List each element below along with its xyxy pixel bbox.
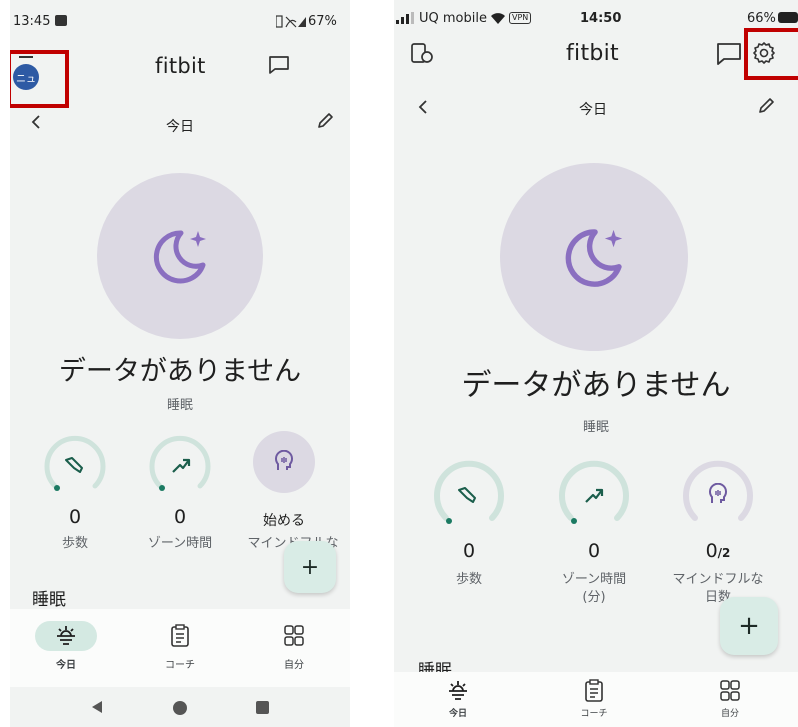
notification-icon — [55, 15, 67, 26]
shoe-icon — [458, 487, 476, 503]
zone-value: 0 — [587, 540, 601, 562]
zone-icon — [172, 458, 191, 473]
chat-icon[interactable] — [716, 42, 742, 66]
nav-coach-label: コーチ — [580, 709, 608, 719]
coach-icon — [171, 624, 189, 647]
sleep-hero-circle — [97, 173, 263, 339]
no-data-message: データがありません — [461, 368, 731, 403]
nav-today-label: 今日 — [448, 709, 467, 719]
app-title: fitbit — [566, 41, 619, 66]
add-button[interactable]: + — [284, 541, 336, 593]
you-icon — [284, 625, 304, 646]
plus-icon: + — [738, 611, 760, 641]
nav-today[interactable]: 今日 — [36, 623, 96, 671]
nav-coach-label: コーチ — [165, 660, 195, 671]
plus-icon: + — [300, 554, 320, 580]
app-title: fitbit — [155, 54, 206, 78]
steps-ring[interactable] — [429, 455, 509, 539]
zone-label: ゾーン時間 — [561, 572, 627, 587]
chat-icon[interactable] — [268, 55, 290, 75]
nav-coach[interactable]: コーチ — [150, 623, 210, 671]
moon-stars-icon — [565, 229, 623, 287]
today-icon — [57, 626, 75, 645]
signal-icon — [396, 12, 416, 24]
settings-highlight-box — [744, 28, 798, 80]
back-icon[interactable] — [417, 99, 429, 115]
bottom-navigation: 今日 コーチ 自分 — [394, 672, 798, 727]
zone-value: 0 — [173, 506, 187, 528]
nav-you[interactable]: 自分 — [700, 678, 760, 719]
mindful-value: 0/2 — [678, 540, 758, 562]
zone-label: ゾーン時間 — [147, 536, 213, 551]
ios-screen: UQ mobile VPN 14:50 66% fitbit 今日 データがあり… — [394, 0, 798, 727]
system-navigation — [10, 687, 350, 727]
add-button[interactable]: + — [720, 597, 778, 655]
steps-label: 歩数 — [455, 572, 482, 587]
sleep-section-title: 睡眠 — [32, 590, 66, 610]
mindful-icon — [275, 450, 293, 470]
edit-icon[interactable] — [316, 112, 334, 130]
avatar-highlight-box — [10, 50, 69, 108]
mindful-label: マインドフルな — [672, 572, 764, 587]
zone-icon — [585, 488, 604, 503]
mindful-icon — [709, 483, 727, 503]
mindful-circle[interactable] — [253, 431, 315, 493]
steps-label: 歩数 — [61, 536, 88, 551]
steps-value: 0 — [462, 540, 476, 562]
comparison-stage: 13:45 67% ニュ fitbit 今日 データがありません 睡眠 0 0 … — [0, 0, 798, 727]
zone-ring[interactable] — [145, 431, 215, 505]
sleep-caption: 睡眠 — [166, 398, 193, 413]
steps-ring[interactable] — [40, 431, 110, 505]
zone-ring[interactable] — [554, 455, 634, 539]
back-icon[interactable] — [30, 114, 42, 130]
zone-label-unit: (分) — [582, 590, 606, 605]
sleep-caption: 睡眠 — [582, 420, 609, 435]
android-screen: 13:45 67% ニュ fitbit 今日 データがありません 睡眠 0 0 … — [10, 0, 350, 727]
nav-today-label: 今日 — [56, 660, 76, 671]
carrier-label: UQ mobile — [419, 11, 487, 26]
no-data-message: データがありません — [58, 356, 302, 387]
nav-you-label: 自分 — [284, 660, 304, 671]
steps-value: 0 — [68, 506, 82, 528]
nav-you[interactable]: 自分 — [264, 623, 324, 671]
you-icon — [720, 680, 740, 701]
device-icon[interactable] — [410, 42, 434, 66]
status-time: 14:50 — [580, 11, 622, 26]
battery-icon — [778, 12, 798, 23]
system-back-icon[interactable] — [90, 700, 104, 714]
moon-stars-icon — [153, 230, 206, 284]
status-time: 13:45 — [13, 14, 51, 29]
coach-icon — [585, 679, 603, 702]
nav-you-label: 自分 — [720, 709, 739, 719]
vpn-badge: VPN — [509, 12, 532, 24]
mindful-count: 0 — [705, 540, 718, 562]
edit-icon[interactable] — [757, 97, 775, 115]
status-battery: 66% — [747, 11, 776, 26]
wifi-icon — [490, 12, 506, 24]
system-recents-icon[interactable] — [256, 701, 269, 714]
mindful-ring[interactable] — [678, 455, 758, 539]
mindful-goal: /2 — [717, 546, 731, 560]
today-icon — [449, 681, 467, 700]
status-icons — [276, 15, 306, 28]
nav-coach[interactable]: コーチ — [564, 678, 624, 719]
bottom-navigation: 今日 コーチ 自分 — [10, 609, 350, 687]
system-home-icon[interactable] — [173, 701, 187, 715]
mindful-start[interactable]: 始める — [244, 510, 324, 530]
date-label: 今日 — [579, 102, 607, 118]
nav-today[interactable]: 今日 — [428, 678, 488, 719]
sleep-hero-circle — [500, 163, 688, 351]
status-battery: 67% — [308, 14, 337, 29]
shoe-icon — [65, 457, 83, 473]
date-label: 今日 — [166, 119, 194, 135]
